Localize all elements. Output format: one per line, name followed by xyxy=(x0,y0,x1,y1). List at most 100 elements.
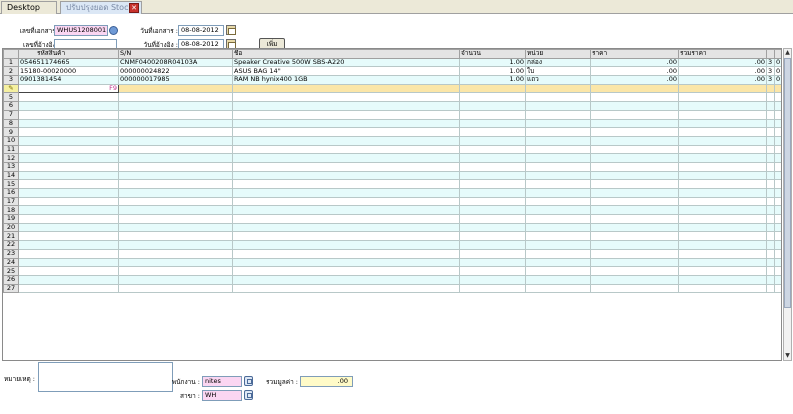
empty-cell[interactable] xyxy=(590,257,679,268)
empty-cell[interactable] xyxy=(590,179,679,189)
empty-cell[interactable] xyxy=(766,222,775,233)
empty-cell[interactable] xyxy=(678,274,767,285)
empty-cell[interactable] xyxy=(525,283,591,294)
empty-cell[interactable] xyxy=(774,188,781,198)
empty-cell[interactable] xyxy=(525,188,591,198)
table-row[interactable]: 27 xyxy=(3,283,781,294)
empty-cell[interactable] xyxy=(774,161,781,172)
empty-cell[interactable] xyxy=(118,222,233,233)
empty-cell[interactable] xyxy=(459,266,526,276)
empty-cell[interactable] xyxy=(766,274,775,285)
empty-cell[interactable] xyxy=(525,101,591,111)
empty-cell[interactable] xyxy=(18,283,119,294)
cell-total[interactable]: .00 xyxy=(678,57,767,68)
empty-cell[interactable] xyxy=(18,161,119,172)
cell-extra-2[interactable]: 0 xyxy=(774,75,781,85)
empty-cell[interactable] xyxy=(525,274,591,285)
empty-cell[interactable] xyxy=(678,153,767,163)
empty-cell[interactable] xyxy=(774,205,781,216)
empty-cell[interactable] xyxy=(18,144,119,155)
cell-name[interactable]: ASUS BAG 14" xyxy=(232,66,460,77)
tab-stock-adjust[interactable]: ปรับปรุงยอด Stock ✕ xyxy=(60,1,142,14)
empty-cell[interactable] xyxy=(774,109,781,120)
empty-cell[interactable] xyxy=(232,109,460,120)
empty-cell[interactable] xyxy=(766,248,775,259)
branch-lookup-icon[interactable] xyxy=(244,390,253,400)
empty-cell[interactable] xyxy=(525,153,591,163)
empty-cell[interactable] xyxy=(118,196,233,207)
empty-cell[interactable] xyxy=(678,118,767,129)
empty-cell[interactable] xyxy=(232,266,460,276)
empty-cell[interactable] xyxy=(525,118,591,129)
empty-cell[interactable] xyxy=(525,214,591,224)
empty-cell[interactable] xyxy=(590,283,679,294)
branch-field[interactable]: WH xyxy=(202,390,242,401)
table-row[interactable]: 14 xyxy=(3,170,781,181)
empty-cell[interactable] xyxy=(590,214,679,224)
empty-cell[interactable] xyxy=(678,283,767,294)
empty-cell[interactable] xyxy=(18,231,119,242)
empty-cell[interactable] xyxy=(525,257,591,268)
empty-cell[interactable] xyxy=(590,127,679,137)
empty-cell[interactable] xyxy=(590,144,679,155)
empty-cell[interactable] xyxy=(590,240,679,250)
empty-cell[interactable] xyxy=(18,266,119,276)
empty-cell[interactable] xyxy=(766,170,775,181)
empty-cell[interactable] xyxy=(118,144,233,155)
cell-unit[interactable]: กล่อง xyxy=(525,57,591,68)
edit-cell[interactable] xyxy=(232,83,460,94)
doc-no-lookup-icon[interactable] xyxy=(109,26,118,35)
empty-cell[interactable] xyxy=(678,161,767,172)
empty-cell[interactable] xyxy=(774,274,781,285)
empty-cell[interactable] xyxy=(774,118,781,129)
empty-cell[interactable] xyxy=(678,179,767,189)
empty-cell[interactable] xyxy=(774,127,781,137)
empty-cell[interactable] xyxy=(678,127,767,137)
empty-cell[interactable] xyxy=(232,179,460,189)
empty-cell[interactable] xyxy=(118,109,233,120)
cell-extra-1[interactable]: 3 xyxy=(766,66,775,77)
empty-cell[interactable] xyxy=(18,240,119,250)
empty-cell[interactable] xyxy=(459,170,526,181)
edit-cell[interactable] xyxy=(774,83,781,94)
empty-cell[interactable] xyxy=(766,196,775,207)
empty-cell[interactable] xyxy=(590,222,679,233)
edit-row[interactable]: ✎ F9 xyxy=(3,83,781,94)
empty-cell[interactable] xyxy=(774,257,781,268)
tab-desktop[interactable]: Desktop xyxy=(1,1,57,14)
empty-cell[interactable] xyxy=(766,153,775,163)
empty-cell[interactable] xyxy=(678,248,767,259)
header-code[interactable]: รหัสสินค้า xyxy=(18,49,119,59)
edit-code-input[interactable]: F9 xyxy=(18,83,119,94)
cell-unit[interactable]: แถว xyxy=(525,75,591,85)
empty-cell[interactable] xyxy=(18,188,119,198)
cell-total[interactable]: .00 xyxy=(678,75,767,85)
empty-cell[interactable] xyxy=(118,283,233,294)
empty-cell[interactable] xyxy=(590,266,679,276)
empty-cell[interactable] xyxy=(118,170,233,181)
empty-cell[interactable] xyxy=(118,248,233,259)
empty-cell[interactable] xyxy=(232,188,460,198)
header-name[interactable]: ชื่อ xyxy=(232,49,460,59)
table-row[interactable]: 26 xyxy=(3,274,781,285)
table-row[interactable]: 16 xyxy=(3,188,781,198)
table-row[interactable]: 15 xyxy=(3,179,781,189)
empty-cell[interactable] xyxy=(766,188,775,198)
empty-cell[interactable] xyxy=(18,109,119,120)
cell-price[interactable]: .00 xyxy=(590,66,679,77)
empty-cell[interactable] xyxy=(232,205,460,216)
empty-cell[interactable] xyxy=(232,144,460,155)
empty-cell[interactable] xyxy=(18,118,119,129)
edit-cell[interactable] xyxy=(459,83,526,94)
empty-cell[interactable] xyxy=(766,109,775,120)
empty-cell[interactable] xyxy=(232,170,460,181)
empty-cell[interactable] xyxy=(18,135,119,146)
empty-cell[interactable] xyxy=(18,153,119,163)
empty-cell[interactable] xyxy=(766,101,775,111)
empty-cell[interactable] xyxy=(232,161,460,172)
table-row[interactable]: 7 xyxy=(3,109,781,120)
empty-cell[interactable] xyxy=(766,118,775,129)
cell-code[interactable]: 15180-00020000 xyxy=(18,66,119,77)
empty-cell[interactable] xyxy=(678,222,767,233)
empty-cell[interactable] xyxy=(678,92,767,103)
